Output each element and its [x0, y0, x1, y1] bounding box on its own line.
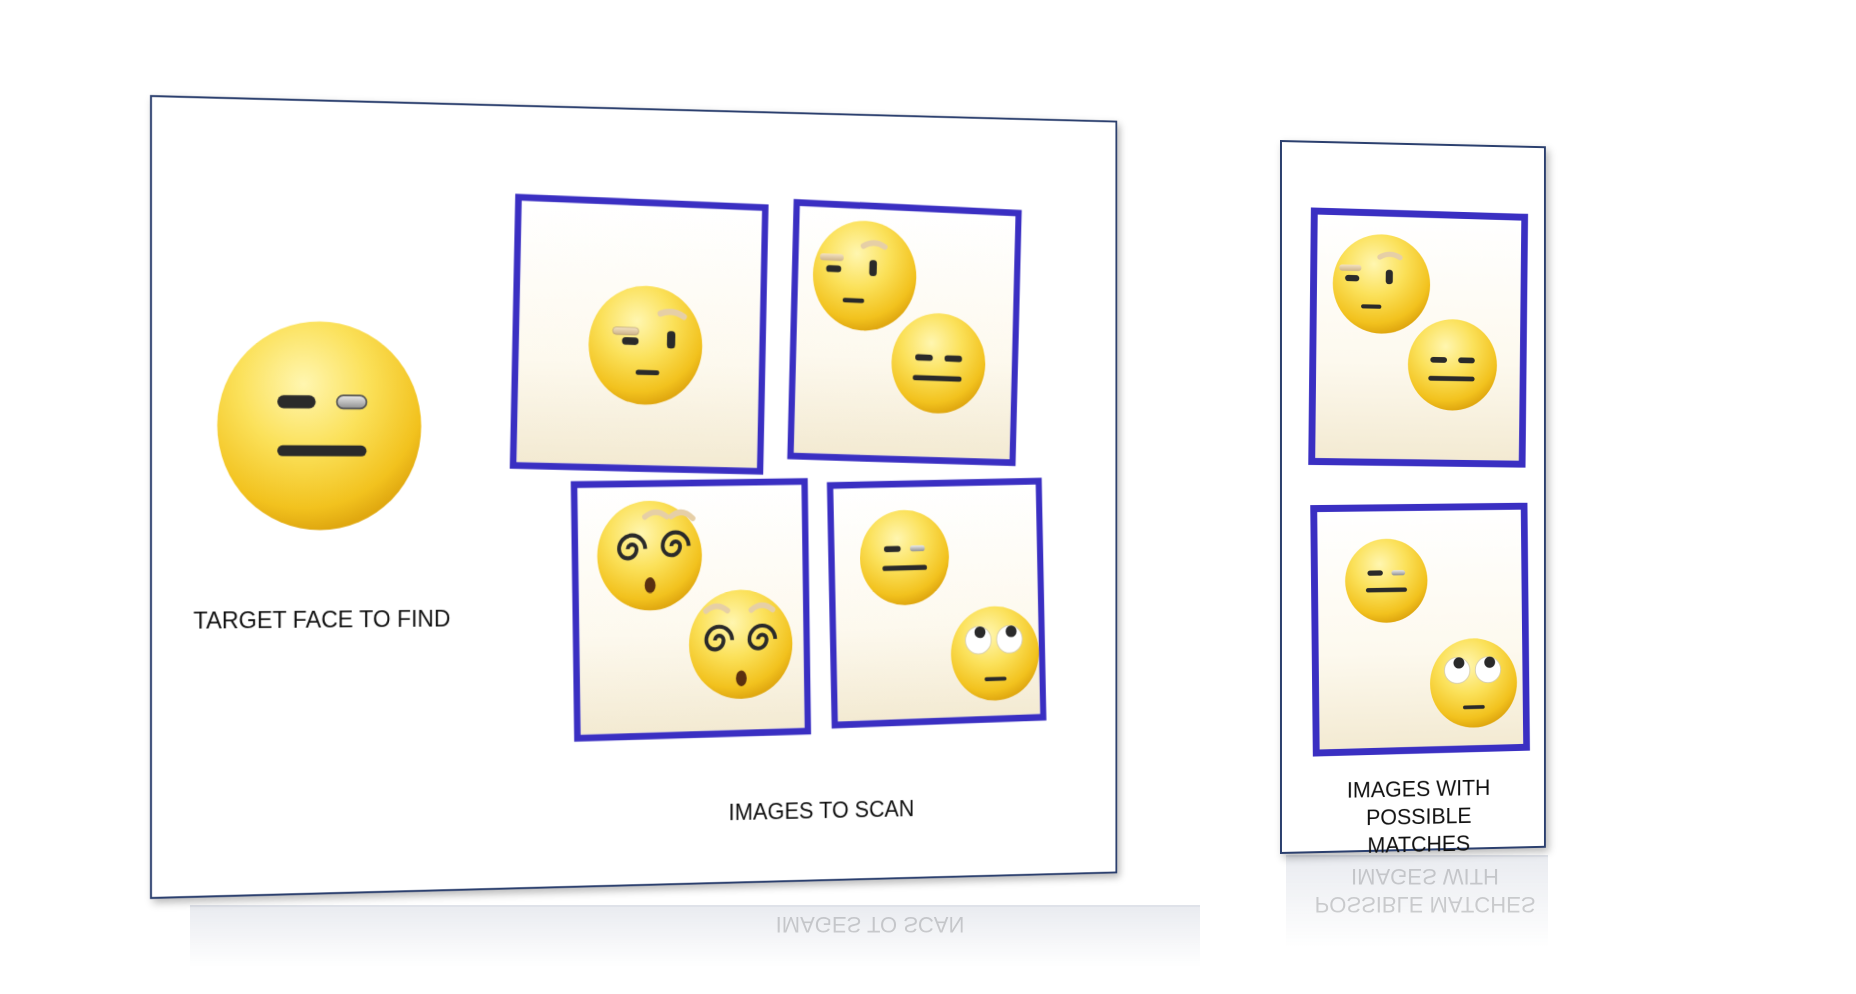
panel-reflection-edge: [190, 905, 1200, 967]
expressionless-face-icon: [1407, 318, 1498, 412]
slide: TARGET FACE TO FIND IMAGES TO SCAN IMAGE…: [0, 0, 1856, 994]
neutral-wink-face-icon: [858, 509, 950, 607]
scan-label: IMAGES TO SCAN: [728, 796, 915, 826]
scan-image-1[interactable]: [509, 193, 769, 475]
eye-roll-face-icon: [950, 604, 1040, 703]
matches-label-line-1: IMAGES WITH: [1346, 775, 1491, 803]
raised-eyebrow-face-icon: [587, 283, 704, 407]
neutral-wink-face-icon: [1344, 538, 1428, 624]
match-image-1[interactable]: [1308, 207, 1529, 468]
target-face-icon: [217, 320, 422, 531]
target-and-scan-panel: TARGET FACE TO FIND IMAGES TO SCAN: [150, 95, 1118, 899]
target-label: TARGET FACE TO FIND: [193, 605, 451, 635]
scan-image-4[interactable]: [826, 477, 1047, 729]
scan-image-2[interactable]: [787, 198, 1022, 467]
matches-label-line-2: POSSIBLE MATCHES: [1366, 803, 1472, 858]
scan-image-3[interactable]: [570, 478, 812, 742]
dizzy-face-icon: [688, 588, 794, 701]
expressionless-face-icon: [890, 311, 987, 415]
match-image-2[interactable]: [1310, 502, 1530, 757]
matches-label: IMAGES WITH POSSIBLE MATCHES: [1312, 773, 1525, 861]
right-panel-reflection-edge: [1286, 855, 1548, 947]
eye-roll-face-icon: [1429, 637, 1518, 729]
possible-matches-panel: IMAGES WITH POSSIBLE MATCHES: [1280, 140, 1546, 858]
